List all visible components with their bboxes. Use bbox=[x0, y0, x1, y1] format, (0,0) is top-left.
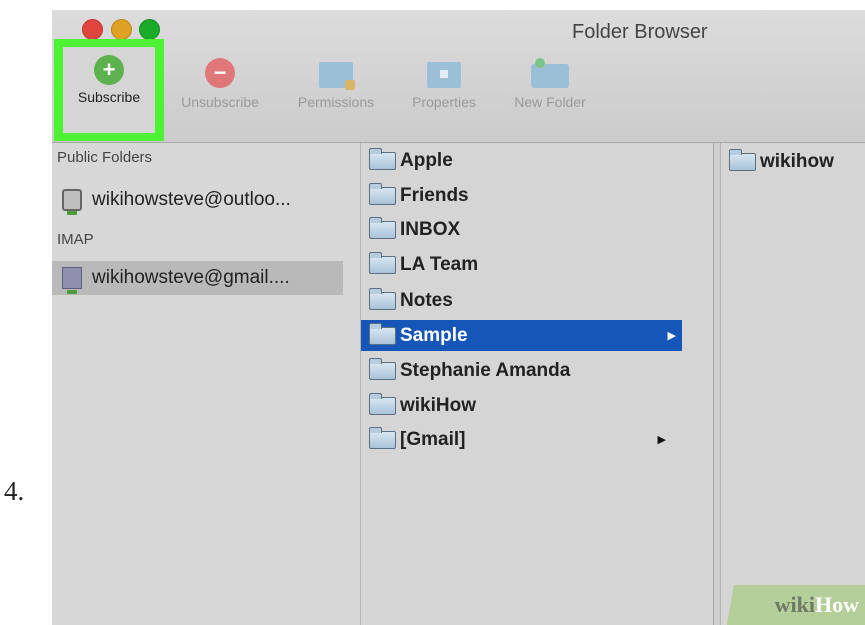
folder-label: Sample bbox=[400, 324, 468, 346]
folder-label: [Gmail] bbox=[400, 428, 466, 450]
column-divider[interactable] bbox=[714, 143, 721, 625]
properties-icon bbox=[427, 62, 461, 88]
minus-icon: − bbox=[205, 58, 235, 88]
subfolder-pane: wikihow wiki How bbox=[715, 143, 865, 625]
zoom-window-button[interactable] bbox=[139, 19, 160, 40]
wikihow-watermark: wiki How bbox=[715, 585, 865, 625]
folder-label: Stephanie Amanda bbox=[400, 359, 571, 381]
folder-icon bbox=[729, 149, 756, 171]
watermark-wiki: wiki bbox=[774, 592, 815, 617]
account-gmail-label: wikihowsteve@gmail.... bbox=[92, 267, 290, 288]
folder-icon bbox=[369, 287, 396, 310]
folder-wikihow[interactable]: wikiHow bbox=[361, 390, 672, 421]
permissions-button[interactable]: Permissions bbox=[284, 58, 388, 110]
folder-label: Notes bbox=[400, 289, 453, 311]
permissions-icon bbox=[319, 62, 355, 90]
account-gmail[interactable]: wikihowsteve@gmail.... bbox=[52, 261, 343, 295]
server-icon bbox=[62, 189, 82, 215]
public-folders-header: Public Folders bbox=[57, 149, 153, 166]
folder-icon bbox=[369, 216, 396, 239]
folder-icon bbox=[369, 392, 396, 415]
properties-button[interactable]: Properties bbox=[394, 58, 494, 110]
subfolder-label: wikihow bbox=[760, 151, 834, 172]
step-number: 4. bbox=[4, 476, 25, 506]
folder-gmail[interactable]: [Gmail] ▶ bbox=[361, 424, 672, 455]
folder-label: wikiHow bbox=[400, 394, 477, 416]
unsubscribe-label: Unsubscribe bbox=[181, 94, 259, 110]
watermark-how: How bbox=[815, 592, 859, 617]
subscribe-label: Subscribe bbox=[77, 89, 141, 105]
folder-icon bbox=[369, 251, 396, 274]
folder-label: Friends bbox=[400, 184, 469, 206]
toolbar: Folder Browser + Subscribe − Unsubscribe… bbox=[52, 10, 865, 143]
folder-list-pane: Apple Friends INBOX LA Team Notes Sample… bbox=[361, 143, 714, 625]
folder-icon bbox=[369, 322, 396, 345]
unsubscribe-button[interactable]: − Unsubscribe bbox=[168, 58, 272, 110]
folder-label: Apple bbox=[400, 149, 453, 171]
folder-icon bbox=[369, 426, 396, 449]
imap-header: IMAP bbox=[57, 231, 94, 248]
account-outlook[interactable]: wikihowsteve@outloo... bbox=[52, 183, 343, 217]
folder-icon bbox=[369, 357, 396, 380]
disclosure-arrow-icon: ▶ bbox=[667, 330, 676, 342]
folder-sample[interactable]: Sample ▶ bbox=[361, 320, 682, 351]
close-window-button[interactable] bbox=[82, 19, 103, 40]
new-folder-label: New Folder bbox=[514, 94, 586, 110]
folder-icon bbox=[369, 147, 396, 170]
folder-friends[interactable]: Friends bbox=[361, 180, 672, 211]
folder-browser-window: Folder Browser + Subscribe − Unsubscribe… bbox=[52, 10, 865, 625]
window-title: Folder Browser bbox=[572, 21, 708, 43]
folder-notes[interactable]: Notes bbox=[361, 285, 672, 316]
plus-icon: + bbox=[94, 55, 124, 85]
subscribe-button[interactable]: + Subscribe bbox=[54, 39, 164, 141]
server-icon bbox=[62, 267, 82, 294]
folder-apple[interactable]: Apple bbox=[361, 145, 672, 176]
folder-stephanie-amanda[interactable]: Stephanie Amanda bbox=[361, 355, 672, 386]
folder-la-team[interactable]: LA Team bbox=[361, 249, 672, 280]
disclosure-arrow-icon: ▶ bbox=[657, 434, 666, 446]
minimize-window-button[interactable] bbox=[111, 19, 132, 40]
permissions-label: Permissions bbox=[297, 94, 375, 110]
folder-label: INBOX bbox=[400, 218, 461, 240]
new-folder-button[interactable]: New Folder bbox=[500, 58, 600, 110]
subscribe-button-body: + Subscribe bbox=[63, 47, 155, 133]
properties-label: Properties bbox=[412, 94, 476, 110]
accounts-pane: Public Folders wikihowsteve@outloo... IM… bbox=[52, 143, 361, 625]
account-outlook-label: wikihowsteve@outloo... bbox=[92, 189, 291, 210]
folder-label: LA Team bbox=[400, 253, 479, 275]
subfolder-wikihow[interactable]: wikihow bbox=[721, 147, 834, 177]
new-folder-icon bbox=[531, 58, 569, 88]
folder-icon bbox=[369, 182, 396, 205]
folder-inbox[interactable]: INBOX bbox=[361, 214, 672, 245]
